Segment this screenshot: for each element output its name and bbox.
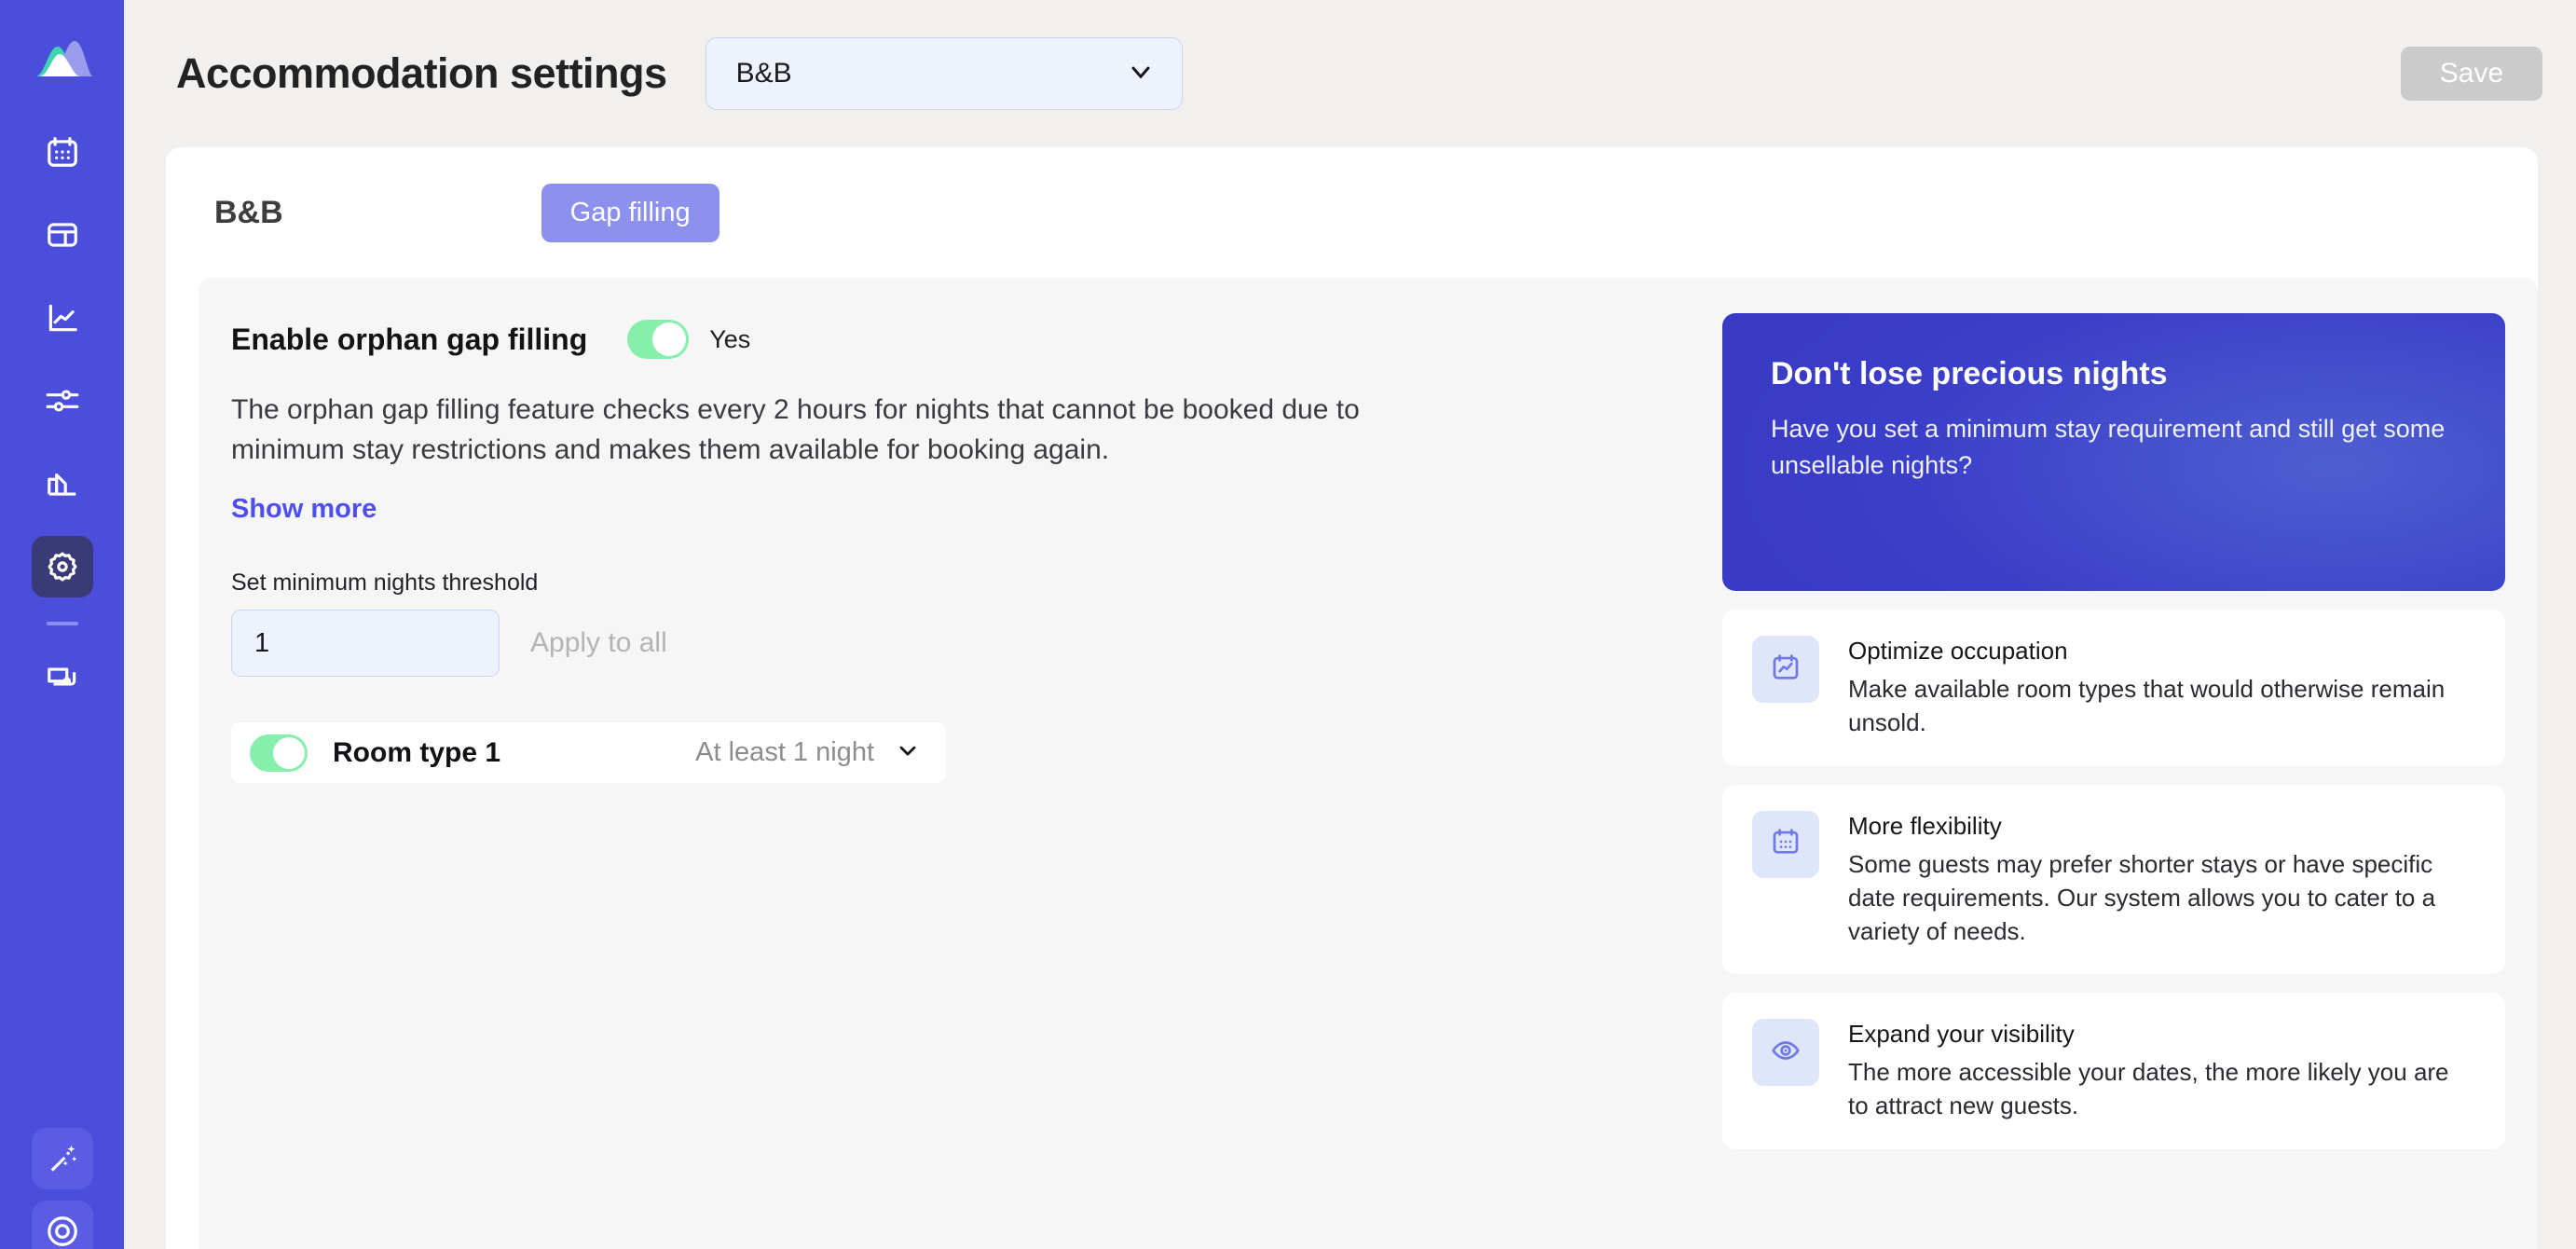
gap-filling-panel: Enable orphan gap filling Yes The orphan… bbox=[199, 278, 2538, 1249]
enable-orphan-gap-filling-label: Enable orphan gap filling bbox=[231, 322, 588, 356]
feature-card-title: Expand your visibility bbox=[1848, 1020, 2075, 1049]
eye-icon bbox=[1770, 1035, 1802, 1071]
sliders-icon bbox=[45, 383, 80, 419]
feature-card: More flexibility Some guests may prefer … bbox=[1722, 784, 2505, 975]
minimum-nights-threshold-input[interactable] bbox=[231, 610, 500, 678]
room-type-label: Room type 1 bbox=[333, 736, 501, 768]
sidebar-item-support[interactable] bbox=[31, 1201, 93, 1249]
feature-text: More flexibility Some guests may prefer … bbox=[1848, 811, 2463, 949]
sidebar-bottom-nav bbox=[0, 1128, 124, 1249]
room-type-duration-value: At least 1 night bbox=[695, 737, 874, 768]
sidebar-item-controls[interactable] bbox=[32, 370, 93, 432]
enable-orphan-gap-filling-row: Enable orphan gap filling Yes bbox=[231, 313, 1536, 365]
gap-filling-settings: Enable orphan gap filling Yes The orphan… bbox=[231, 313, 1536, 784]
threshold-label: Set minimum nights threshold bbox=[231, 570, 539, 597]
show-more-link[interactable]: Show more bbox=[231, 494, 377, 525]
feature-icon-wrapper bbox=[1752, 636, 1819, 703]
threshold-row: Apply to all bbox=[231, 610, 1536, 678]
promo-banner-subtitle: Have you set a minimum stay requirement … bbox=[1771, 415, 2446, 480]
sidebar-nav bbox=[31, 121, 93, 729]
sidebar-item-rates[interactable] bbox=[32, 453, 93, 515]
room-type-duration-select[interactable]: At least 1 night bbox=[695, 737, 946, 768]
card-title: B&B bbox=[214, 194, 283, 230]
chevron-down-icon bbox=[895, 737, 921, 768]
sidebar-item-magic[interactable] bbox=[31, 1128, 93, 1189]
enable-orphan-gap-filling-toggle[interactable] bbox=[627, 320, 690, 359]
sidebar-item-billing[interactable] bbox=[32, 646, 93, 707]
room-type-toggle[interactable] bbox=[250, 734, 308, 772]
feature-card: Expand your visibility The more accessib… bbox=[1722, 993, 2505, 1150]
feature-card-description: The more accessible your dates, the more… bbox=[1848, 1058, 2449, 1120]
money-card-icon bbox=[45, 659, 80, 694]
feature-icon-wrapper bbox=[1752, 1019, 1819, 1087]
sidebar-item-calendar[interactable] bbox=[32, 121, 93, 183]
feature-text: Optimize occupation Make available room … bbox=[1848, 636, 2463, 740]
sidebar-item-dashboard[interactable] bbox=[32, 204, 93, 266]
calendar-icon bbox=[45, 134, 80, 170]
toggle-knob bbox=[652, 323, 687, 356]
feature-card-description: Some guests may prefer shorter stays or … bbox=[1848, 849, 2436, 945]
sidebar-item-settings[interactable] bbox=[31, 536, 93, 597]
bar-chart-icon bbox=[45, 466, 80, 501]
lifebuoy-icon bbox=[45, 1214, 80, 1249]
feature-card-description: Make available room types that would oth… bbox=[1848, 675, 2446, 736]
promo-column: Don't lose precious nights Have you set … bbox=[1722, 313, 2505, 1150]
calendar-chart-icon bbox=[1770, 652, 1802, 688]
accommodation-select[interactable]: B&B bbox=[705, 37, 1183, 110]
save-button[interactable]: Save bbox=[2401, 47, 2542, 101]
enable-orphan-gap-filling-state: Yes bbox=[709, 324, 751, 353]
feature-text: Expand your visibility The more accessib… bbox=[1848, 1019, 2463, 1123]
page-title: Accommodation settings bbox=[176, 49, 667, 97]
content-card: B&B Gap filling Enable orphan gap fillin… bbox=[166, 147, 2538, 1249]
feature-card: Optimize occupation Make available room … bbox=[1722, 610, 2505, 766]
calendar-icon bbox=[1770, 826, 1802, 862]
chevron-down-icon bbox=[1126, 57, 1156, 91]
mountain-logo bbox=[34, 41, 93, 76]
line-chart-icon bbox=[45, 300, 80, 336]
promo-banner-title: Don't lose precious nights bbox=[1771, 356, 2168, 391]
room-type-row: Room type 1 At least 1 night bbox=[231, 722, 946, 784]
tab-gap-filling[interactable]: Gap filling bbox=[541, 183, 719, 242]
sidebar-divider bbox=[46, 622, 78, 625]
layout-panels-icon bbox=[45, 217, 80, 253]
page-header: Accommodation settings B&B Save bbox=[124, 0, 2576, 147]
gear-icon bbox=[45, 549, 80, 584]
accommodation-select-value: B&B bbox=[735, 58, 792, 89]
feature-icon-wrapper bbox=[1752, 810, 1819, 878]
gap-filling-description: The orphan gap filling feature checks ev… bbox=[231, 394, 1360, 465]
page-body: Accommodation settings B&B Save B&B Gap … bbox=[124, 0, 2576, 1249]
sidebar bbox=[0, 0, 124, 1249]
promo-banner: Don't lose precious nights Have you set … bbox=[1722, 313, 2505, 591]
sidebar-item-analytics[interactable] bbox=[32, 287, 93, 349]
feature-card-title: More flexibility bbox=[1848, 811, 2002, 840]
magic-wand-icon bbox=[45, 1141, 80, 1176]
apply-to-all-button[interactable]: Apply to all bbox=[530, 627, 667, 659]
toggle-knob bbox=[273, 736, 305, 769]
feature-card-title: Optimize occupation bbox=[1848, 637, 2068, 665]
card-tab-bar: B&B Gap filling bbox=[166, 147, 2538, 278]
